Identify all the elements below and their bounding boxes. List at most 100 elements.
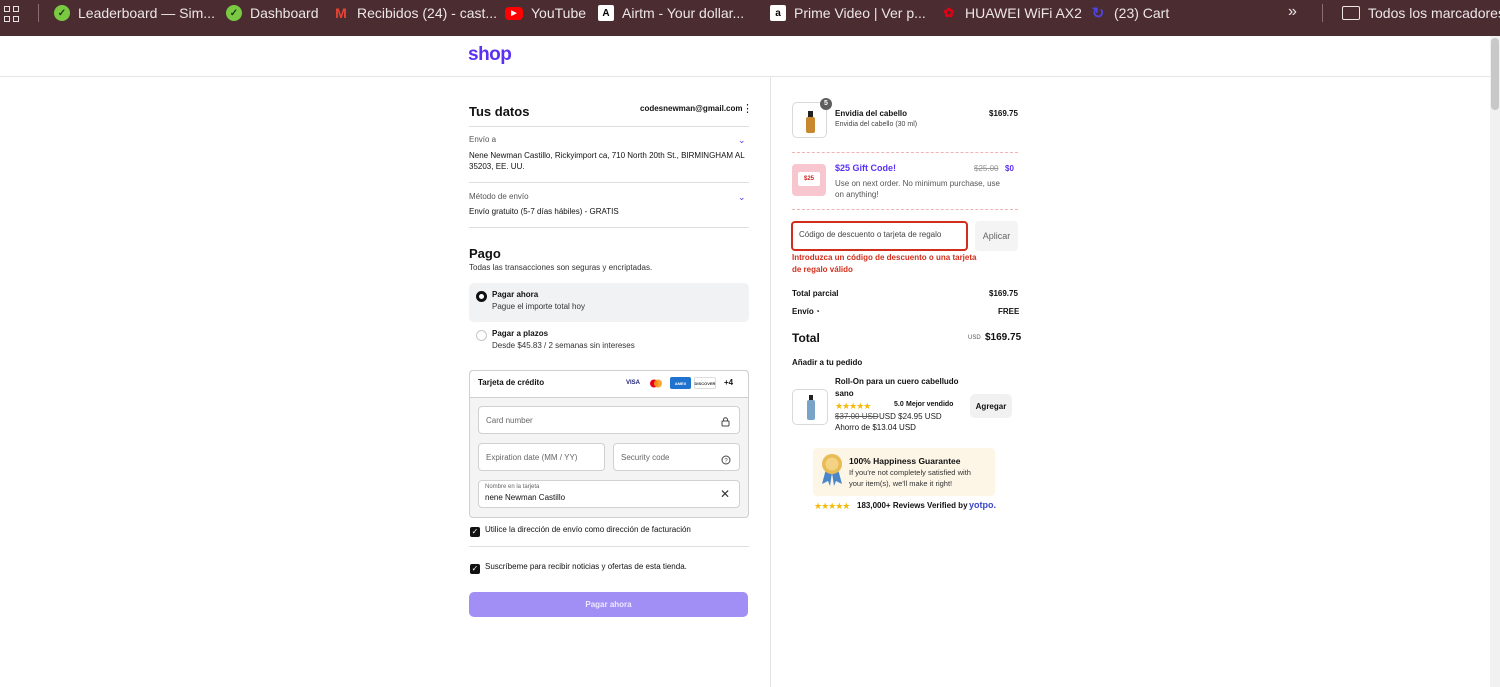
gift-old-price: $25.00 [974, 164, 999, 173]
bookmark-all-folder[interactable]: Todos los marcadores [1342, 4, 1500, 22]
apps-grid-icon[interactable] [4, 6, 20, 22]
upsell-product-name-line1: Roll-On para un cuero cabelludo [835, 377, 959, 386]
bookmark-prime-video[interactable]: a Prime Video | Ver p... [770, 4, 926, 22]
cart-icon: ↻ [1091, 5, 1105, 22]
gift-card-amount: $25 [798, 172, 820, 186]
pay-installments-desc: Desde $45.83 / 2 semanas sin intereses [492, 341, 635, 350]
folder-icon [1342, 6, 1360, 20]
upsell-rating-value: 5.0 [894, 401, 904, 408]
upsell-product-name-line2: sano [835, 389, 854, 398]
lock-icon [721, 414, 730, 432]
total-currency: USD [968, 335, 981, 341]
bookmarks-separator [38, 4, 39, 22]
more-brands-count: +4 [724, 378, 734, 387]
total-value: $169.75 [985, 332, 1022, 343]
bookmark-gmail[interactable]: M Recibidos (24) - cast... [333, 4, 497, 22]
more-options-icon[interactable]: ⋮ [742, 104, 753, 115]
discount-code-placeholder: Código de descuento o tarjeta de regalo [799, 230, 942, 239]
upsell-best-seller-badge: Mejor vendido [906, 401, 954, 408]
bookmark-airtm[interactable]: A Airtm - Your dollar... [598, 4, 744, 22]
gift-new-price: $0 [1005, 164, 1014, 173]
youtube-icon: ▶ [505, 6, 523, 20]
help-circle-icon[interactable]: ? [721, 452, 731, 470]
reviews-stars-icon: ★★★★★ [814, 501, 850, 511]
pay-now-desc: Pague el importe total hoy [492, 302, 585, 311]
divider [469, 182, 749, 183]
product-price: $169.75 [989, 109, 1018, 118]
gift-desc-line1: Use on next order. No minimum purchase, … [835, 179, 1000, 188]
upsell-old-price: $37.00 USD [835, 412, 879, 421]
name-on-card-label: Nombre en la tarjeta [485, 484, 540, 490]
column-divider [770, 77, 771, 687]
amex-icon: AMEX [670, 377, 691, 389]
bookmark-youtube[interactable]: ▶ YouTube [505, 4, 586, 22]
upsell-new-price: USD $24.95 USD [879, 412, 942, 421]
pay-now-title: Pagar ahora [492, 290, 539, 299]
shop-header: shop [0, 36, 1500, 77]
yotpo-logo: yotpo. [969, 500, 996, 510]
dashed-divider [792, 152, 1018, 153]
guarantee-line1: If you're not completely satisfied with [849, 468, 971, 477]
security-code-placeholder: Security code [621, 453, 670, 462]
shop-logo[interactable]: shop [468, 44, 512, 66]
bookmark-dashboard[interactable]: ✓ Dashboard [226, 4, 319, 22]
gmail-icon: M [335, 5, 347, 21]
discount-error-line2: de regalo válido [792, 265, 853, 274]
subtotal-label: Total parcial [792, 289, 839, 298]
pay-installments-title[interactable]: Pagar a plazos [492, 329, 548, 338]
upsell-rating-stars-icon: ★★★★★ [835, 401, 871, 411]
leaderboard-icon: ✓ [54, 5, 70, 21]
clear-input-close-icon[interactable]: ✕ [720, 487, 730, 501]
dashboard-icon: ✓ [226, 5, 242, 21]
guarantee-line2: your item(s), we'll make it right! [849, 479, 953, 488]
upsell-add-button[interactable]: Agregar [970, 394, 1012, 418]
billing-address-label: Utilice la dirección de envío como direc… [485, 525, 691, 534]
divider [469, 546, 749, 547]
card-number-placeholder: Card number [486, 416, 533, 425]
shipping-method-value: Envío gratuito (5-7 días hábiles) - GRAT… [469, 207, 619, 216]
bookmark-cart[interactable]: ↻ (23) Cart [1090, 4, 1170, 22]
name-on-card-value: nene Newman Castillo [485, 493, 566, 502]
billing-address-checkbox[interactable]: ✓ [470, 527, 480, 537]
product-variant: Envidia del cabello (30 ml) [835, 121, 918, 128]
pay-installments-radio[interactable] [476, 330, 487, 341]
pay-now-button[interactable]: Pagar ahora [469, 592, 748, 617]
product-quantity-badge: 5 [820, 98, 832, 110]
shipping-method-label: Método de envío [469, 192, 529, 201]
bookmark-huawei[interactable]: ✿ HUAWEI WiFi AX2 [941, 4, 1082, 22]
product-name: Envidia del cabello [835, 109, 908, 118]
guarantee-medal-icon [819, 451, 845, 492]
pay-now-radio[interactable] [476, 291, 487, 302]
ship-to-address-line2: 35203, EE. UU. [469, 162, 525, 171]
gift-card-image: $25 [792, 164, 826, 196]
ship-to-chevron-down-icon[interactable]: ⌄ [738, 135, 746, 146]
airtm-icon: A [598, 5, 614, 21]
discount-error-message: Introduzca un código de descuento o una … [792, 252, 982, 276]
shipping-info-icon[interactable]: ◔ [815, 307, 820, 316]
details-title: Tus datos [469, 104, 530, 119]
amazon-icon: a [770, 5, 786, 21]
shipping-method-chevron-down-icon[interactable]: ⌄ [738, 192, 746, 203]
mastercard-icon [648, 377, 664, 389]
bookmark-leaderboard[interactable]: ✓ Leaderboard — Sim... [54, 4, 215, 22]
shipping-value: FREE [998, 307, 1020, 316]
divider [469, 126, 749, 127]
huawei-icon: ✿ [943, 5, 955, 20]
expiration-date-placeholder: Expiration date (MM / YY) [486, 453, 578, 462]
dashed-divider [792, 209, 1018, 210]
bookmarks-separator [1322, 4, 1323, 22]
apply-discount-button[interactable]: Aplicar [975, 221, 1018, 251]
discount-error-line1: Introduzca un código de descuento o una … [792, 253, 977, 262]
account-email: codesnewman@gmail.com [640, 104, 743, 113]
divider [469, 227, 749, 228]
bookmarks-more-chevron-icon[interactable]: » [1288, 3, 1297, 21]
credit-card-title: Tarjeta de crédito [478, 378, 545, 387]
ship-to-address-line1: Nene Newman Castillo, Rickyimport ca, 71… [469, 151, 745, 160]
subscribe-checkbox[interactable]: ✓ [470, 564, 480, 574]
scrollbar-track[interactable] [1490, 36, 1500, 687]
shipping-label: Envío [792, 307, 814, 316]
payment-title: Pago [469, 246, 501, 261]
bookmarks-bar: ✓ Leaderboard — Sim... ✓ Dashboard M Recibi… [0, 0, 1500, 36]
scrollbar-thumb[interactable] [1491, 38, 1499, 110]
upsell-title: Añadir a tu pedido [792, 358, 863, 367]
